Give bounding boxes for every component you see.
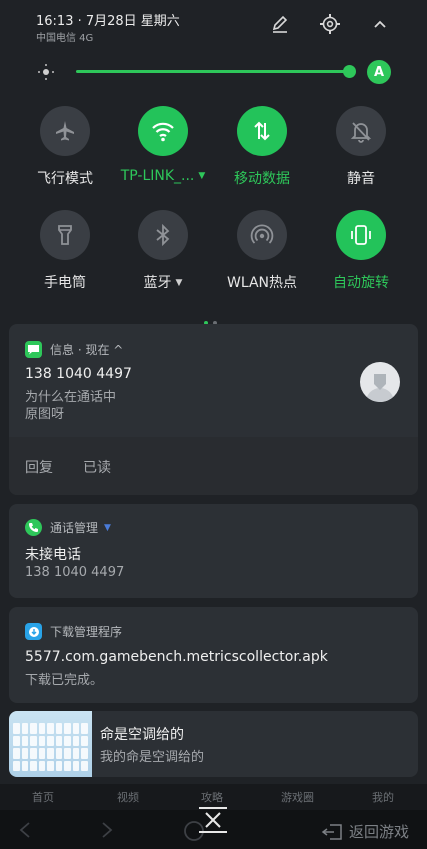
settings-icon[interactable] [318,12,342,36]
tile-label: WLAN热点 [226,275,297,291]
collapse-icon[interactable] [368,12,392,36]
close-handle-icon[interactable] [196,804,230,836]
carrier-label: 中国电信 4G [36,33,94,44]
auto-brightness-toggle[interactable]: A [367,60,391,84]
notification-app-row: 通话管理 ▼ [25,519,111,536]
notification-game[interactable]: 命是空调给的 我的命是空调给的 [9,711,418,777]
nav-item-video[interactable]: 视频 [117,789,139,805]
download-icon [25,623,42,640]
message-icon [25,341,42,358]
tile-wifi[interactable]: TP-LINK_... ▼ [118,106,208,184]
chevron-down-icon[interactable]: ▼ [104,523,111,533]
notification-text: 138 1040 4497 [25,565,125,580]
notification-title: 命是空调给的 [100,727,184,743]
tile-label: 移动数据 [234,171,290,187]
app-name: 信息 · 现在 ^ [50,343,124,357]
brightness-row: A [0,56,427,88]
notification-title: 138 1040 4497 [25,366,132,382]
notification-calls[interactable]: 通话管理 ▼ 未接电话 138 1040 4497 [9,504,418,598]
mobile-data-icon [237,106,287,156]
app-name: 通话管理 [50,521,99,535]
tile-label: 静音 [347,171,375,187]
notification-text: 原图呀 [25,407,65,422]
notification-title: 未接电话 [25,547,81,563]
phone-icon [25,519,42,536]
tile-bluetooth[interactable]: 蓝牙 ▼ [118,210,208,292]
bell-off-icon [336,106,386,156]
notification-download[interactable]: 下载管理程序 5577.com.gamebench.metricscollect… [9,607,418,703]
nav-item-me[interactable]: 我的 [372,789,394,805]
keyboard-thumbnail-image [9,711,92,777]
exit-icon [321,823,342,840]
nav-item-home[interactable]: 首页 [32,789,54,805]
reply-button[interactable]: 回复 [25,457,53,477]
brightness-slider[interactable] [76,70,350,73]
tile-autorotate[interactable]: 自动旋转 [316,210,406,292]
tile-label: 手电筒 [44,275,86,291]
tile-label: 蓝牙 ▼ [143,275,183,291]
nav-item-community[interactable]: 游戏圈 [281,789,314,805]
airplane-icon [40,106,90,156]
notification-text: 我的命是空调给的 [100,750,205,765]
chevron-down-icon[interactable]: ▼ [198,171,205,181]
notification-title: 5577.com.gamebench.metricscollector.apk [25,649,328,665]
tile-label: 飞行模式 [37,171,93,187]
tile-mobile-data[interactable]: 移动数据 [217,106,307,188]
tile-hotspot[interactable]: WLAN热点 [217,210,307,292]
tile-silent[interactable]: 静音 [316,106,406,188]
bluetooth-icon [138,210,188,260]
notification-messages[interactable]: 信息 · 现在 ^ 138 1040 4497 为什么在通话中 原图呀 回复 已… [9,324,418,495]
brightness-icon [36,62,56,82]
forward-icon[interactable] [100,821,114,843]
back-icon[interactable] [18,821,32,843]
back-to-game-button[interactable]: 返回游戏 [321,821,409,842]
status-header: 16:13 · 7月28日 星期六 中国电信 4G [0,0,427,50]
wifi-icon [138,106,188,156]
app-name: 下载管理程序 [50,625,123,639]
mark-read-button[interactable]: 已读 [83,457,111,477]
notification-text: 下载已完成。 [25,673,104,688]
hotspot-icon [237,210,287,260]
notification-actions: 回复 已读 [9,437,418,495]
avatar [360,362,400,402]
chevron-down-icon[interactable]: ▼ [176,278,183,288]
notification-app-row: 信息 · 现在 ^ [25,341,123,358]
edit-icon[interactable] [268,12,292,36]
tile-airplane[interactable]: 飞行模式 [20,106,110,188]
flashlight-icon [40,210,90,260]
brightness-slider-thumb[interactable] [343,65,356,78]
tile-label: TP-LINK_... ▼ [120,168,206,184]
date-time: 16:13 · 7月28日 星期六 [36,14,180,29]
tile-flashlight[interactable]: 手电筒 [20,210,110,292]
nav-item-guide[interactable]: 攻略 [201,789,223,805]
rotate-icon [336,210,386,260]
page-indicator [204,310,224,325]
notification-app-row: 下载管理程序 [25,623,122,640]
tile-label: 自动旋转 [333,275,389,291]
